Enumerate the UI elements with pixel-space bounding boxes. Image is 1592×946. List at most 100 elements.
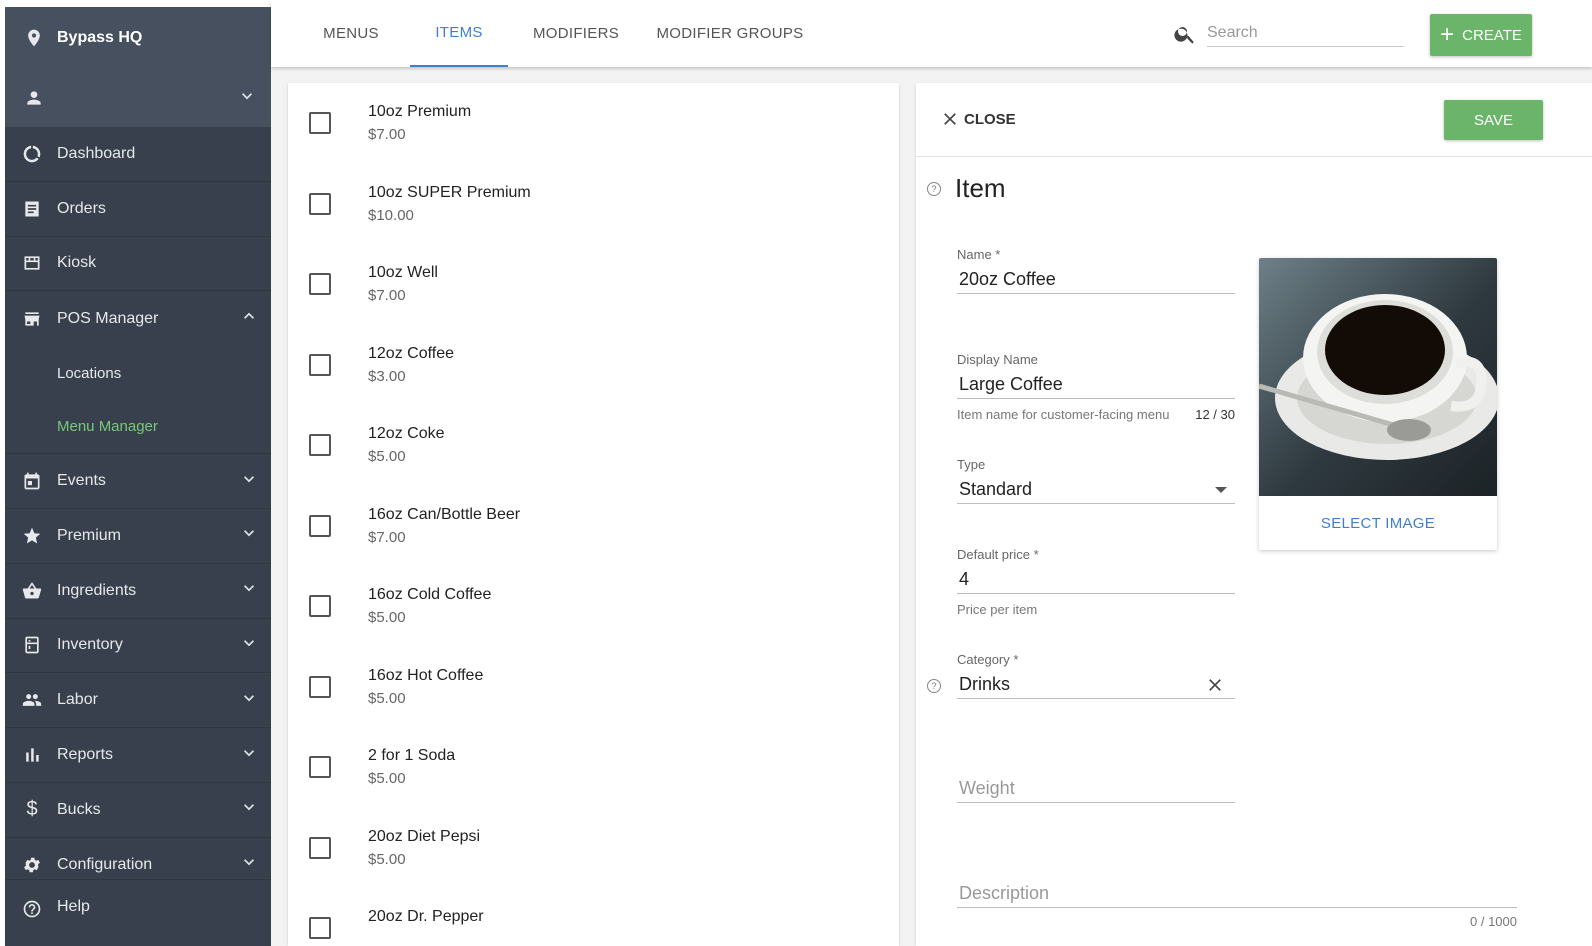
list-item[interactable]: 16oz Cold Coffee $5.00	[288, 566, 899, 647]
detail-title: Item	[955, 173, 1006, 203]
sidebar-item-kiosk[interactable]: Kiosk	[5, 237, 271, 292]
sidebar-item-reports[interactable]: Reports	[5, 728, 271, 783]
sidebar-nav: Dashboard Orders Kiosk POS Manager Locat…	[5, 127, 271, 893]
sidebar-item-label: Labor	[57, 691, 98, 709]
type-field[interactable]: Type Standard	[957, 457, 1235, 504]
sidebar-subitem-locations[interactable]: Locations	[5, 346, 271, 400]
sidebar-help[interactable]: Help	[5, 879, 271, 946]
category-select[interactable]: Drinks	[957, 671, 1235, 699]
category-value: Drinks	[959, 674, 1011, 694]
sidebar-item-events[interactable]: Events	[5, 454, 271, 509]
store-icon	[21, 308, 43, 330]
weight-field[interactable]: Weight	[957, 775, 1235, 803]
item-name: 10oz SUPER Premium	[368, 183, 531, 201]
item-name: 2 for 1 Soda	[368, 747, 456, 764]
item-checkbox[interactable]	[309, 756, 331, 778]
close-icon	[944, 113, 956, 125]
sidebar-item-labor[interactable]: Labor	[5, 673, 271, 729]
item-checkbox[interactable]	[309, 675, 331, 698]
app-root: Bypass HQ Dashboard Orders Kiosk POS Man…	[0, 0, 1592, 946]
default-price-input[interactable]: 4	[957, 566, 1235, 594]
item-name: 10oz Premium	[368, 103, 472, 120]
close-button[interactable]: CLOSE	[940, 109, 1016, 129]
name-field[interactable]: Name * 20oz Coffee	[957, 247, 1235, 294]
item-checkbox[interactable]	[309, 595, 331, 617]
name-input[interactable]: 20oz Coffee	[957, 266, 1235, 294]
sidebar-item-inventory[interactable]: Inventory	[5, 619, 271, 674]
save-button[interactable]: SAVE	[1444, 100, 1543, 140]
sidebar-item-label: Dashboard	[57, 144, 136, 162]
help-icon[interactable]: ?	[927, 182, 941, 196]
description-input[interactable]: Description	[957, 880, 1517, 908]
display-name-helper-text: Item name for customer-facing menu	[957, 407, 1170, 422]
tab-items[interactable]: ITEMS	[410, 0, 508, 67]
list-item[interactable]: 20oz Dr. Pepper	[288, 888, 899, 946]
list-item[interactable]: 20oz Diet Pepsi $5.00	[288, 808, 899, 889]
sidebar-item-dashboard[interactable]: Dashboard	[5, 127, 271, 182]
weight-input[interactable]: Weight	[957, 775, 1235, 803]
list-item[interactable]: 12oz Coffee $3.00	[288, 325, 899, 406]
display-name-field[interactable]: Display Name Large Coffee Item name for …	[957, 352, 1235, 422]
create-button[interactable]: + CREATE	[1430, 14, 1532, 56]
list-item[interactable]: 16oz Can/Bottle Beer $7.00	[288, 486, 899, 567]
category-help-icon[interactable]: ?	[927, 679, 941, 693]
tab-modifier-groups[interactable]: MODIFIER GROUPS	[651, 0, 809, 67]
list-item[interactable]: 16oz Hot Coffee $5.00	[288, 647, 899, 728]
sidebar-item-pos-manager[interactable]: POS Manager	[5, 291, 271, 346]
item-price: $10.00	[368, 206, 414, 224]
item-price: $7.00	[368, 126, 406, 143]
item-checkbox[interactable]	[309, 836, 331, 859]
org-selector[interactable]: Bypass HQ	[5, 7, 271, 69]
tab-modifiers[interactable]: MODIFIERS	[525, 0, 627, 67]
sidebar-item-bucks[interactable]: $ Bucks	[5, 783, 271, 838]
description-helper: 0 / 1000	[957, 914, 1517, 929]
fridge-icon	[21, 634, 43, 656]
item-price: $5.00	[368, 689, 406, 707]
clear-icon[interactable]	[1205, 675, 1225, 695]
default-price-field[interactable]: Default price * 4 Price per item	[957, 547, 1235, 617]
chevron-down-icon	[239, 797, 259, 822]
description-field[interactable]: Description 0 / 1000	[957, 880, 1517, 929]
user-menu[interactable]	[5, 69, 271, 127]
list-item[interactable]: 10oz SUPER Premium $10.00	[288, 164, 899, 245]
item-name: 12oz Coffee	[368, 344, 454, 362]
list-item[interactable]: 10oz Well $7.00	[288, 244, 899, 325]
chevron-down-icon[interactable]	[237, 86, 257, 111]
list-item[interactable]: 2 for 1 Soda $5.00	[288, 727, 899, 808]
item-checkbox[interactable]	[309, 192, 331, 215]
item-price: $5.00	[368, 609, 406, 626]
display-name-counter: 12 / 30	[1195, 407, 1235, 422]
list-item[interactable]: 10oz Premium $7.00	[288, 83, 899, 164]
select-image-button[interactable]: SELECT IMAGE	[1259, 496, 1497, 550]
item-name: 20oz Dr. Pepper	[368, 908, 484, 925]
top-bar: MENUS ITEMS MODIFIERS MODIFIER GROUPS + …	[271, 0, 1592, 67]
sidebar-item-ingredients[interactable]: Ingredients	[5, 564, 271, 619]
select-image-label: SELECT IMAGE	[1320, 514, 1436, 532]
item-checkbox[interactable]	[309, 514, 331, 537]
sidebar-subitem-menu-manager[interactable]: Menu Manager	[5, 400, 271, 455]
type-value: Standard	[959, 479, 1033, 499]
category-field[interactable]: Category * Drinks	[957, 652, 1235, 699]
tab-menus[interactable]: MENUS	[307, 0, 395, 67]
item-price: $3.00	[368, 367, 406, 385]
display-name-input[interactable]: Large Coffee	[957, 371, 1235, 399]
tab-label: MODIFIER GROUPS	[656, 25, 804, 42]
list-item[interactable]: 12oz Coke $5.00	[288, 405, 899, 486]
sidebar-item-label: Premium	[57, 526, 122, 544]
sidebar-item-premium[interactable]: Premium	[5, 509, 271, 564]
default-price-helper-text: Price per item	[957, 602, 1038, 617]
orders-icon	[21, 198, 43, 220]
item-checkbox[interactable]	[309, 112, 331, 134]
chevron-down-icon	[239, 578, 259, 603]
item-name: 12oz Coke	[368, 425, 445, 442]
item-checkbox[interactable]	[309, 434, 331, 456]
search-icon[interactable]	[1173, 22, 1197, 46]
sidebar-item-orders[interactable]: Orders	[5, 182, 271, 237]
item-checkbox[interactable]	[309, 917, 331, 939]
plus-icon: +	[1440, 21, 1455, 48]
search-input[interactable]	[1207, 20, 1404, 47]
item-checkbox[interactable]	[309, 273, 331, 295]
item-checkbox[interactable]	[309, 353, 331, 376]
kiosk-icon	[21, 252, 43, 274]
type-select[interactable]: Standard	[957, 476, 1235, 504]
